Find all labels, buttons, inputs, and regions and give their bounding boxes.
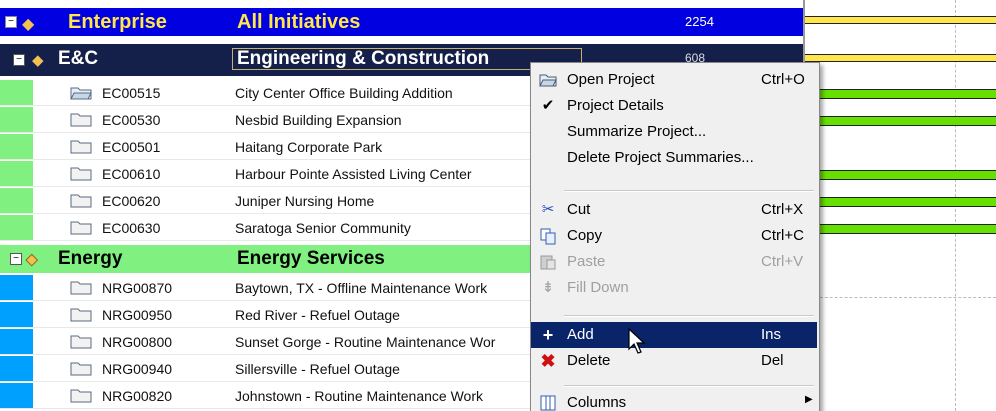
collapse-toggle-icon[interactable]: − bbox=[5, 16, 17, 28]
menu-item-summarize-project[interactable]: Summarize Project... bbox=[531, 119, 817, 145]
folder-icon bbox=[70, 140, 92, 154]
context-menu: Open Project Ctrl+O ✔ Project Details Su… bbox=[530, 62, 820, 411]
level-strip bbox=[0, 161, 33, 186]
gantt-bar-ec[interactable] bbox=[805, 54, 996, 62]
project-code: NRG00940 bbox=[102, 361, 173, 377]
folder-icon bbox=[70, 362, 92, 376]
menu-item-project-details[interactable]: ✔ Project Details bbox=[531, 93, 817, 119]
diamond-icon: ◆ bbox=[26, 251, 39, 269]
project-code: NRG00800 bbox=[102, 334, 173, 350]
energy-name: Energy Services bbox=[237, 248, 385, 269]
collapse-toggle-icon[interactable]: − bbox=[13, 54, 25, 66]
menu-item-open-project[interactable]: Open Project Ctrl+O bbox=[531, 67, 817, 93]
level-strip bbox=[0, 302, 33, 327]
project-code: NRG00820 bbox=[102, 388, 173, 404]
enterprise-row[interactable]: − ◆ Enterprise All Initiatives 2254 bbox=[0, 8, 803, 36]
project-name: Juniper Nursing Home bbox=[235, 193, 375, 209]
project-code: EC00620 bbox=[102, 193, 161, 209]
diamond-icon: ◆ bbox=[32, 52, 44, 69]
folder-icon bbox=[70, 194, 92, 208]
folder-open-icon bbox=[70, 87, 92, 100]
folder-icon bbox=[70, 113, 92, 127]
delete-x-icon: ✖ bbox=[540, 351, 556, 371]
gantt-bar-enterprise[interactable] bbox=[805, 16, 996, 24]
project-name: Nesbid Building Expansion bbox=[235, 112, 402, 128]
folder-icon bbox=[70, 308, 92, 322]
project-code: EC00630 bbox=[102, 220, 161, 236]
project-name: Sunset Gorge - Routine Maintenance Wor bbox=[235, 334, 496, 350]
folder-icon bbox=[70, 335, 92, 349]
plus-icon: + bbox=[542, 325, 554, 345]
project-code: EC00515 bbox=[102, 85, 161, 101]
gantt-bar[interactable] bbox=[805, 224, 996, 234]
level-strip bbox=[0, 383, 33, 408]
mouse-cursor-icon bbox=[628, 328, 646, 354]
scissors-icon: ✂ bbox=[541, 201, 555, 218]
project-name: Sillersville - Refuel Outage bbox=[235, 361, 400, 377]
project-name: Harbour Pointe Assisted Living Center bbox=[235, 166, 472, 182]
level-strip bbox=[0, 188, 33, 213]
project-name: Saratoga Senior Community bbox=[235, 220, 411, 236]
project-name: Red River - Refuel Outage bbox=[235, 307, 400, 323]
menu-separator bbox=[564, 385, 814, 387]
paste-icon bbox=[540, 255, 556, 270]
level-strip bbox=[0, 215, 33, 240]
menu-item-paste[interactable]: Paste Ctrl+V bbox=[531, 249, 817, 275]
gantt-bar[interactable] bbox=[805, 170, 996, 180]
project-name: City Center Office Building Addition bbox=[235, 85, 453, 101]
enterprise-name: All Initiatives bbox=[237, 11, 361, 33]
enterprise-code: Enterprise bbox=[68, 11, 167, 33]
folder-icon bbox=[70, 389, 92, 403]
ec-code: E&C bbox=[58, 48, 99, 69]
project-code: NRG00950 bbox=[102, 307, 173, 323]
project-code: NRG00870 bbox=[102, 280, 173, 296]
submenu-arrow-icon: ▶ bbox=[805, 394, 813, 405]
level-strip bbox=[0, 356, 33, 381]
energy-code: Energy bbox=[58, 248, 123, 269]
copy-icon bbox=[540, 228, 556, 245]
level-strip bbox=[0, 275, 33, 300]
collapse-toggle-icon[interactable]: − bbox=[10, 253, 22, 265]
open-folder-icon bbox=[539, 74, 557, 87]
menu-item-cut[interactable]: ✂ Cut Ctrl+X bbox=[531, 197, 817, 223]
menu-item-fill-down[interactable]: ⇟ Fill Down bbox=[531, 275, 817, 301]
menu-separator bbox=[564, 315, 814, 317]
level-strip bbox=[0, 329, 33, 354]
diamond-icon: ◆ bbox=[22, 16, 35, 33]
level-strip bbox=[0, 134, 33, 159]
project-code: EC00501 bbox=[102, 139, 161, 155]
folder-icon bbox=[70, 167, 92, 181]
project-name: Johnstown - Routine Maintenance Work bbox=[235, 388, 483, 404]
level-strip bbox=[0, 107, 33, 132]
menu-item-add[interactable]: + Add Ins bbox=[531, 322, 817, 348]
gantt-bar[interactable] bbox=[805, 116, 996, 126]
gantt-bar[interactable] bbox=[805, 89, 996, 99]
menu-item-delete[interactable]: ✖ Delete Del bbox=[531, 348, 817, 374]
folder-icon bbox=[70, 221, 92, 235]
menu-item-copy[interactable]: Copy Ctrl+C bbox=[531, 223, 817, 249]
gantt-chart bbox=[803, 0, 996, 411]
ec-name: Engineering & Construction bbox=[237, 48, 490, 69]
project-code: EC00530 bbox=[102, 112, 161, 128]
gantt-row-divider bbox=[805, 297, 996, 298]
menu-item-columns[interactable]: Columns ▶ bbox=[531, 390, 817, 411]
project-name: Haitang Corporate Park bbox=[235, 139, 383, 155]
folder-icon bbox=[70, 281, 92, 295]
project-code: EC00610 bbox=[102, 166, 161, 182]
checkmark-icon: ✔ bbox=[541, 97, 555, 114]
columns-icon bbox=[540, 395, 556, 411]
menu-separator bbox=[564, 190, 814, 192]
enterprise-value: 2254 bbox=[685, 14, 714, 29]
project-name: Baytown, TX - Offline Maintenance Work bbox=[235, 280, 488, 296]
fill-down-icon: ⇟ bbox=[541, 279, 555, 296]
gantt-bar[interactable] bbox=[805, 197, 996, 207]
level-strip bbox=[0, 80, 33, 105]
menu-item-delete-project-summaries[interactable]: Delete Project Summaries... bbox=[531, 145, 817, 171]
